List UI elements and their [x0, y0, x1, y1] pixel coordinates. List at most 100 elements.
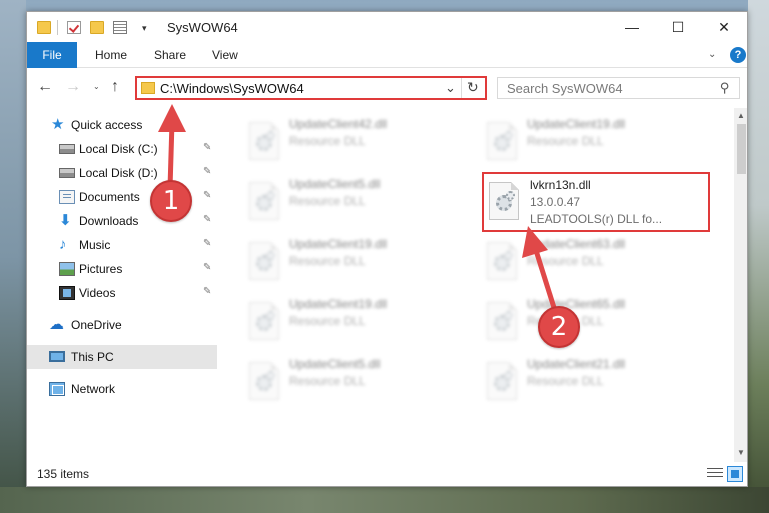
item-count: 135 items: [37, 467, 90, 481]
dll-file-icon: [487, 122, 517, 160]
sidebar-item-onedrive[interactable]: ☁ OneDrive: [27, 313, 217, 337]
tab-share[interactable]: Share: [154, 42, 186, 68]
address-bar[interactable]: C:\Windows\SysWOW64 ⌄ ↻: [135, 76, 487, 100]
computer-icon: [49, 351, 65, 362]
dll-file-icon: [249, 242, 279, 280]
file-name: UpdateClient19.dll: [289, 237, 388, 251]
rename-icon[interactable]: [113, 21, 127, 34]
desktop-wallpaper-right: [748, 0, 769, 513]
dll-file-icon: [249, 362, 279, 400]
customize-toolbar-chevron-icon[interactable]: ▾: [142, 23, 147, 34]
ribbon-tabs: File Home Share View ⌄ ?: [27, 42, 747, 68]
window-title: SysWOW64: [167, 20, 238, 35]
pin-icon[interactable]: ✎: [203, 166, 211, 177]
file-description: Resource DLL: [527, 134, 604, 148]
sidebar-item-pictures[interactable]: Pictures ✎: [27, 257, 217, 281]
tab-home[interactable]: Home: [95, 42, 127, 68]
address-path[interactable]: C:\Windows\SysWOW64: [160, 81, 304, 96]
sidebar-item-videos[interactable]: Videos ✎: [27, 281, 217, 305]
pin-icon[interactable]: ✎: [203, 286, 211, 297]
scroll-down-arrow-icon[interactable]: ▼: [737, 448, 745, 457]
file-item[interactable]: UpdateClient19.dll Resource DLL: [479, 114, 709, 170]
minimize-button[interactable]: —: [609, 12, 655, 42]
sidebar-item-label: Quick access: [71, 118, 143, 132]
star-icon: ★: [51, 116, 65, 133]
file-description: LEADTOOLS(r) DLL fo...: [530, 212, 663, 226]
search-box[interactable]: Search SysWOW64 ⚲: [497, 77, 740, 99]
refresh-icon[interactable]: ↻: [467, 79, 479, 96]
sidebar-item-quick-access[interactable]: ★ Quick access: [27, 113, 217, 137]
sidebar-item-label: Music: [79, 238, 111, 252]
folder-icon: [141, 82, 155, 94]
new-folder-icon[interactable]: [90, 21, 104, 34]
file-item[interactable]: UpdateClient63.dll Resource DLL: [479, 234, 709, 290]
dll-file-icon: [249, 182, 279, 220]
step-2-badge: 2: [538, 306, 580, 348]
back-arrow-icon[interactable]: ←: [37, 77, 53, 97]
file-item[interactable]: UpdateClient42.dll Resource DLL: [241, 114, 471, 170]
music-icon: ♪: [59, 236, 67, 253]
sidebar-item-local-disk-c[interactable]: Local Disk (C:) ✎: [27, 137, 217, 161]
pin-icon[interactable]: ✎: [203, 238, 211, 249]
scroll-thumb[interactable]: [737, 124, 746, 174]
up-arrow-icon[interactable]: ↑: [111, 77, 119, 97]
pin-icon[interactable]: ✎: [203, 142, 211, 153]
maximize-button[interactable]: ☐: [655, 12, 701, 42]
sidebar-item-this-pc[interactable]: This PC: [27, 345, 217, 369]
file-description: Resource DLL: [289, 194, 366, 208]
sidebar-item-label: Network: [71, 382, 116, 396]
file-name: UpdateClient63.dll: [527, 237, 626, 251]
search-icon[interactable]: ⚲: [720, 80, 730, 96]
close-button[interactable]: ✕: [701, 12, 747, 42]
address-history-chevron-icon[interactable]: ⌄: [445, 80, 456, 96]
file-item[interactable]: UpdateClient19.dll Resource DLL: [241, 234, 471, 290]
file-item[interactable]: UpdateClient65.dll Resource DLL: [479, 294, 709, 350]
forward-arrow-icon[interactable]: →: [65, 77, 81, 97]
desktop-wallpaper-bottom: [0, 487, 769, 513]
search-input[interactable]: Search SysWOW64: [507, 81, 623, 96]
sidebar-item-label: Downloads: [79, 214, 139, 228]
recent-locations-chevron-icon[interactable]: ⌄: [93, 82, 100, 91]
file-item[interactable]: UpdateClient5.dll Resource DLL: [241, 174, 471, 230]
file-name: lvkrn13n.dll: [530, 178, 591, 192]
sidebar-item-label: This PC: [71, 350, 114, 364]
tab-file[interactable]: File: [27, 42, 77, 68]
disk-icon: [59, 144, 75, 154]
sidebar-item-local-disk-d[interactable]: Local Disk (D:) ✎: [27, 161, 217, 185]
properties-check-icon[interactable]: [67, 21, 81, 34]
dll-file-icon: [487, 362, 517, 400]
cloud-icon: ☁: [49, 316, 64, 333]
large-icons-view-icon[interactable]: [727, 466, 743, 482]
expand-ribbon-chevron-icon[interactable]: ⌄: [708, 49, 716, 60]
file-description: Resource DLL: [289, 314, 366, 328]
vertical-scrollbar[interactable]: ▲ ▼: [734, 108, 747, 462]
pin-icon[interactable]: ✎: [203, 214, 211, 225]
scroll-up-arrow-icon[interactable]: ▲: [737, 111, 745, 120]
sidebar-item-network[interactable]: Network: [27, 377, 217, 401]
file-item[interactable]: UpdateClient21.dll Resource DLL: [479, 354, 709, 410]
folder-icon: [37, 21, 51, 34]
sidebar-item-music[interactable]: ♪ Music ✎: [27, 233, 217, 257]
file-name: UpdateClient65.dll: [527, 297, 626, 311]
file-item[interactable]: UpdateClient19.dll Resource DLL: [241, 294, 471, 350]
navigation-pane: ★ Quick access Local Disk (C:) ✎ Local D…: [27, 108, 219, 462]
pin-icon[interactable]: ✎: [203, 262, 211, 273]
file-item-lvkrn13n[interactable]: lvkrn13n.dll 13.0.0.47 LEADTOOLS(r) DLL …: [482, 172, 710, 232]
file-name: UpdateClient21.dll: [527, 357, 626, 371]
dll-file-icon: [249, 122, 279, 160]
download-icon: ⬇: [59, 212, 72, 229]
file-description: Resource DLL: [289, 254, 366, 268]
help-icon[interactable]: ?: [730, 47, 746, 63]
sidebar-item-label: OneDrive: [71, 318, 122, 332]
desktop-wallpaper-left: [0, 0, 26, 513]
pin-icon[interactable]: ✎: [203, 190, 211, 201]
dll-file-icon: [487, 302, 517, 340]
file-description: Resource DLL: [527, 254, 604, 268]
dll-file-icon: [249, 302, 279, 340]
file-item[interactable]: UpdateClient5.dll Resource DLL: [241, 354, 471, 410]
address-separator: [461, 78, 462, 98]
navigation-bar: ← → ⌄ ↑ C:\Windows\SysWOW64 ⌄ ↻ Search S…: [27, 68, 747, 106]
details-view-icon[interactable]: [707, 468, 723, 480]
tab-view[interactable]: View: [212, 42, 238, 68]
sidebar-item-label: Local Disk (D:): [79, 166, 158, 180]
